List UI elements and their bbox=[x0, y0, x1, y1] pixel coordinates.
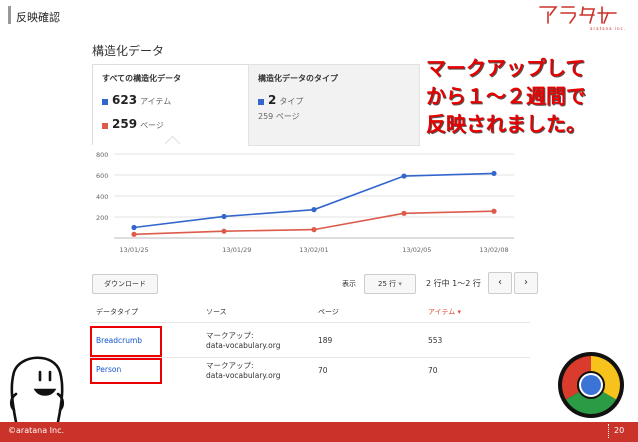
data-point bbox=[491, 170, 497, 177]
rows-value: 25 行 bbox=[378, 280, 397, 288]
items-cell: 553 bbox=[428, 336, 443, 345]
prev-page-button[interactable]: ‹ bbox=[488, 272, 512, 294]
footer-separator bbox=[608, 424, 610, 438]
x-tick-label: 13/02/08 bbox=[479, 246, 508, 254]
data-point bbox=[221, 228, 227, 234]
slide-title: 反映確認 bbox=[16, 11, 60, 24]
source-cell-detail: data-vocabulary.org bbox=[206, 371, 281, 380]
callout-line-3: 反映されました。 bbox=[426, 112, 586, 136]
logo-subtitle: aratana inc. bbox=[590, 26, 626, 31]
source-cell-detail: data-vocabulary.org bbox=[206, 341, 281, 350]
y-tick-label: 800 bbox=[96, 151, 108, 159]
callout-line-2: から１～２週間で bbox=[426, 84, 586, 108]
next-page-button[interactable]: › bbox=[514, 272, 538, 294]
data-point bbox=[491, 208, 497, 214]
pages-metric: 259 ページ bbox=[102, 117, 164, 131]
chrome-logo bbox=[558, 352, 624, 418]
mascot-illustration bbox=[9, 356, 65, 422]
y-tick-label: 400 bbox=[96, 193, 108, 201]
page-number: 20 bbox=[614, 426, 625, 435]
blue-legend-square bbox=[258, 98, 264, 105]
x-tick-label: 13/01/25 bbox=[119, 246, 148, 254]
structured-data-chart: 800 600 400 200 13/01/25 13/01/29 13/02/01 13/0… bbox=[96, 151, 514, 254]
source-cell: マークアップ: bbox=[206, 331, 254, 340]
sort-desc-icon: ▾ bbox=[457, 308, 462, 316]
download-button[interactable]: ダウンロード bbox=[92, 274, 158, 294]
column-header-type[interactable]: データタイプ bbox=[96, 307, 138, 317]
data-type-link[interactable]: Person bbox=[96, 365, 121, 374]
items-count: 623 bbox=[112, 93, 138, 107]
types-count: 2 bbox=[268, 93, 277, 107]
blue-legend-square bbox=[102, 98, 108, 105]
types-pages: 259 ページ bbox=[258, 112, 300, 121]
data-point bbox=[401, 173, 407, 179]
column-header-pages[interactable]: ページ bbox=[318, 307, 339, 317]
red-legend-square bbox=[102, 122, 108, 129]
dropdown-arrow-icon: ▾ bbox=[398, 280, 402, 288]
types-metric: 2 タイプ bbox=[258, 93, 303, 107]
column-header-items[interactable]: アイテム ▾ bbox=[428, 307, 461, 317]
table-divider bbox=[90, 322, 530, 323]
data-point bbox=[401, 210, 407, 216]
items-header-label: アイテム bbox=[428, 308, 456, 316]
data-type-link[interactable]: Breadcrumb bbox=[96, 336, 142, 345]
copyright: ©aratana Inc. bbox=[8, 426, 65, 435]
pages-label: ページ bbox=[140, 121, 164, 130]
types-label: タイプ bbox=[279, 97, 304, 106]
x-tick-label: 13/02/05 bbox=[402, 246, 431, 254]
pages-cell: 189 bbox=[318, 336, 333, 345]
source-cell: マークアップ: bbox=[206, 361, 254, 370]
data-point bbox=[311, 207, 317, 213]
tab-types-label: 構造化データのタイプ bbox=[258, 74, 338, 83]
data-point bbox=[131, 231, 137, 237]
pages-cell: 70 bbox=[318, 366, 328, 375]
callout-text: マークアップして から１～２週間で 反映されました。 bbox=[426, 54, 586, 138]
data-point bbox=[221, 213, 227, 220]
tab-structured-data-types[interactable]: 構造化データのタイプ 2 タイプ 259 ページ bbox=[248, 64, 420, 146]
y-tick-label: 600 bbox=[96, 172, 108, 180]
callout-line-1: マークアップして bbox=[426, 56, 586, 80]
panel-title: 構造化データ bbox=[92, 44, 165, 58]
table-row: Person マークアップ: data-vocabulary.org 70 70 bbox=[90, 358, 530, 388]
footer-bar bbox=[0, 422, 638, 442]
data-point bbox=[311, 227, 317, 233]
series-line-0 bbox=[133, 172, 495, 229]
items-metric: 623 アイテム bbox=[102, 93, 171, 107]
column-header-source[interactable]: ソース bbox=[206, 307, 227, 317]
title-accent-bar bbox=[8, 6, 11, 24]
table-row: Breadcrumb マークアップ: data-vocabulary.org 1… bbox=[90, 326, 530, 357]
items-label: アイテム bbox=[140, 97, 172, 106]
rows-per-page-select[interactable]: 25 行 ▾ bbox=[364, 274, 416, 294]
tab-all-structured-data[interactable]: すべての構造化データ 623 アイテム 259 ページ bbox=[92, 64, 249, 145]
items-cell: 70 bbox=[428, 366, 438, 375]
tab-all-label: すべての構造化データ bbox=[102, 74, 182, 83]
y-tick-label: 200 bbox=[96, 214, 108, 222]
data-point bbox=[131, 224, 137, 231]
x-tick-label: 13/01/29 bbox=[222, 246, 251, 254]
pages-count: 259 bbox=[112, 117, 138, 131]
rows-per-page-label: 表示 bbox=[342, 280, 356, 288]
x-tick-label: 13/02/01 bbox=[299, 246, 328, 254]
pager-text: 2 行中 1〜2 行 bbox=[426, 279, 481, 288]
